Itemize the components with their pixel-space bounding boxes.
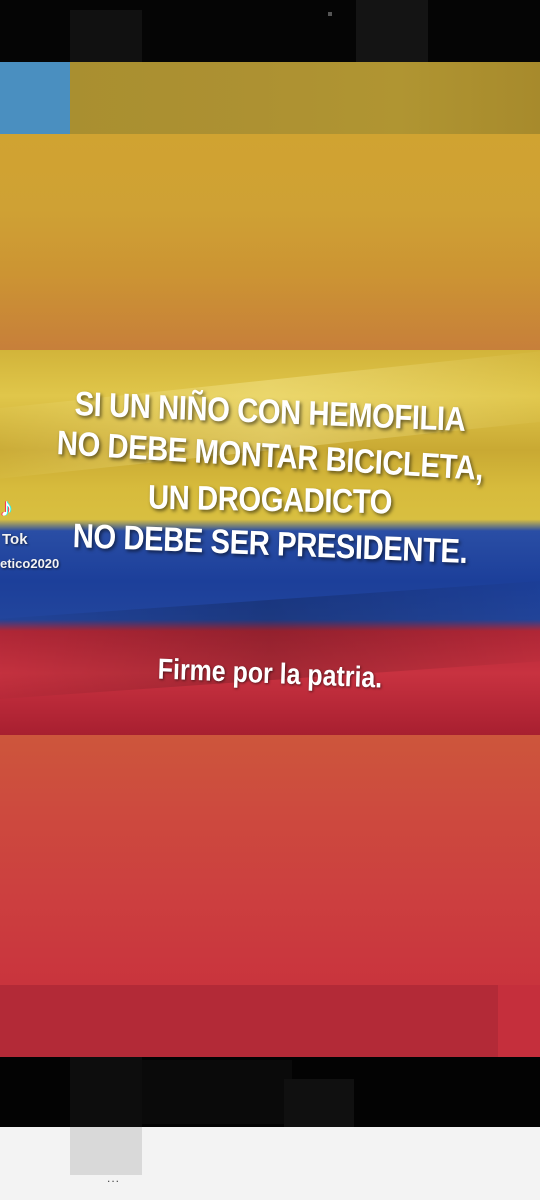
watermark-brand: Tok <box>2 531 28 548</box>
status-dot <box>328 12 332 16</box>
redacted-block <box>70 1057 142 1127</box>
redacted-block <box>356 0 428 62</box>
redacted-block <box>70 1127 142 1175</box>
blurred-strip-blue <box>0 62 70 134</box>
post-image[interactable]: SI UN NIÑO CON HEMOFILIA NO DEBE MONTAR … <box>0 350 540 735</box>
redacted-block <box>284 1079 354 1127</box>
nav-indicator[interactable]: ... <box>107 1171 120 1185</box>
blurred-background-bottom <box>0 735 540 985</box>
watermark-username: etico2020 <box>0 556 60 571</box>
redacted-block <box>70 10 142 62</box>
blurred-strip-red-end <box>498 985 540 1057</box>
blurred-strip-red <box>0 985 540 1057</box>
blurred-strip-yellow <box>70 62 540 134</box>
blurred-background-top <box>0 134 540 350</box>
post-headline: SI UN NIÑO CON HEMOFILIA NO DEBE MONTAR … <box>38 385 502 571</box>
redacted-block <box>142 1060 292 1124</box>
tiktok-note-icon: ♪ <box>0 492 13 522</box>
